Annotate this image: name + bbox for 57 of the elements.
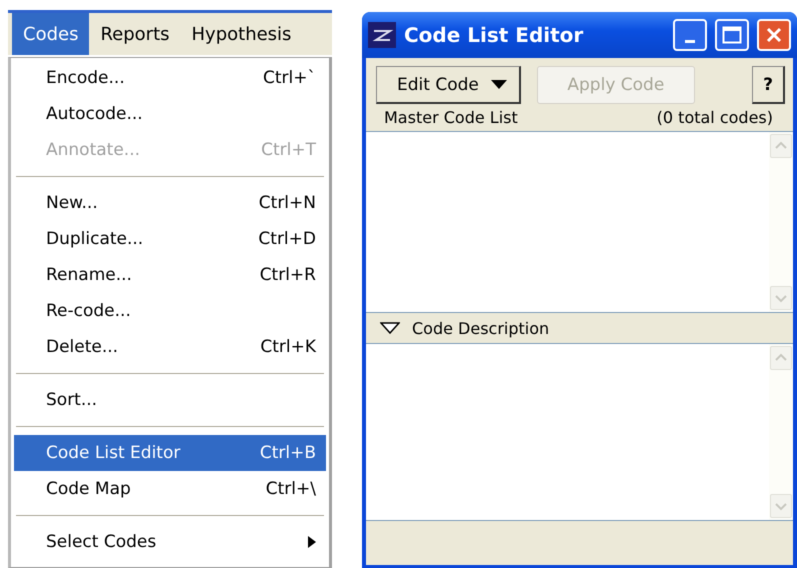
- minimize-button[interactable]: [673, 19, 707, 51]
- menu-item-label: Select Codes: [46, 532, 156, 552]
- scrollbar[interactable]: [769, 344, 793, 520]
- menu-item[interactable]: Select Codes: [14, 524, 326, 560]
- menu-item[interactable]: Delete... Ctrl+K: [14, 329, 326, 365]
- description-box[interactable]: [366, 343, 793, 521]
- help-button[interactable]: ?: [752, 66, 785, 104]
- shortcut-label: Ctrl+B: [260, 443, 316, 463]
- scrollbar[interactable]: [769, 132, 793, 312]
- close-button[interactable]: [757, 19, 791, 51]
- scroll-up-icon[interactable]: [770, 134, 792, 158]
- section-label: Code Description: [412, 318, 550, 338]
- shortcut-label: Ctrl+T: [261, 140, 316, 160]
- shortcut-label: Ctrl+\: [266, 479, 316, 499]
- menu-item-label: New...: [46, 193, 98, 213]
- menu-item[interactable]: Encode... Ctrl+`: [14, 60, 326, 96]
- menu-item-label: Sort...: [46, 390, 98, 410]
- menu-item[interactable]: Code List Editor Ctrl+B: [14, 435, 326, 471]
- menu-bar-item[interactable]: Reports: [89, 13, 181, 55]
- menu-item-label: Annotate...: [46, 140, 140, 160]
- scroll-down-icon[interactable]: [770, 494, 792, 518]
- menu-item-label: Code List Editor: [46, 443, 180, 463]
- shortcut-label: Ctrl+D: [258, 229, 316, 249]
- menu-item-label: Rename...: [46, 265, 132, 285]
- menu-item-label: Duplicate...: [46, 229, 144, 249]
- menu-item-label: Encode...: [46, 68, 125, 88]
- shortcut-label: Ctrl+N: [258, 193, 316, 213]
- menu-item-label: Delete...: [46, 337, 118, 357]
- menu-item[interactable]: Autocode...: [14, 96, 326, 132]
- shortcut-label: Ctrl+R: [260, 265, 316, 285]
- expanded-triangle-icon[interactable]: [380, 322, 400, 334]
- maximize-button[interactable]: [715, 19, 749, 51]
- window-title: Code List Editor: [404, 23, 584, 47]
- caret-icon: [490, 80, 507, 89]
- edit-code-button[interactable]: Edit Code: [376, 66, 521, 104]
- menu-item-label: Re-code...: [46, 301, 131, 321]
- maximize-icon: [722, 26, 742, 44]
- menu-item[interactable]: Rename... Ctrl+R: [14, 257, 326, 293]
- scroll-down-icon[interactable]: [770, 286, 792, 310]
- menu-item-label: Code Map: [46, 479, 131, 499]
- code-count: (0 total codes): [656, 108, 773, 127]
- shortcut-label: Ctrl+`: [263, 68, 316, 88]
- menu-item[interactable]: New... Ctrl+N: [14, 185, 326, 221]
- close-icon: [765, 26, 783, 44]
- scroll-up-icon[interactable]: [770, 346, 792, 370]
- list-label: Master Code List: [384, 108, 518, 127]
- menu-item[interactable]: Sort...: [14, 382, 326, 418]
- menu-bar-item[interactable]: Codes: [12, 13, 90, 55]
- minimize-icon: [685, 40, 695, 42]
- app-logo-icon: [368, 22, 396, 48]
- shortcut-label: Ctrl+K: [260, 337, 316, 357]
- menu-bar-item[interactable]: Hypothesis: [180, 13, 302, 55]
- code-list[interactable]: [366, 131, 793, 313]
- menu-item[interactable]: Re-code...: [14, 293, 326, 329]
- menu-item[interactable]: Code Map Ctrl+\: [14, 471, 326, 507]
- menu-item-label: Autocode...: [46, 104, 143, 124]
- menu-item[interactable]: Duplicate... Ctrl+D: [14, 221, 326, 257]
